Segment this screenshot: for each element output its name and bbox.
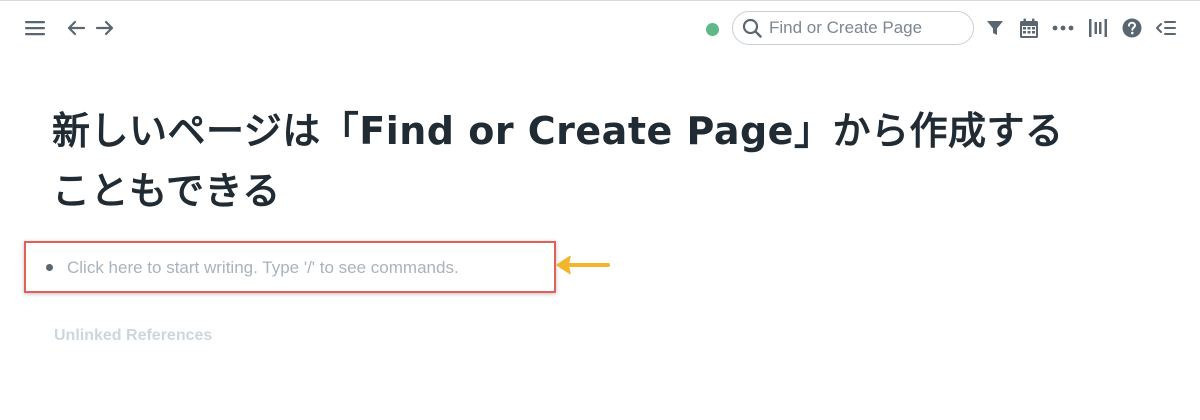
page: 新しいページは「Find or Create Page」から作成する こともでき… <box>0 0 1200 420</box>
search-box[interactable] <box>732 11 974 45</box>
callout-arrow-icon <box>556 255 610 275</box>
calendar-icon[interactable] <box>1018 16 1040 40</box>
block-bullet[interactable] <box>46 264 53 271</box>
right-sidebar-icon[interactable] <box>1086 16 1110 40</box>
more-options-icon[interactable] <box>1050 17 1076 39</box>
sync-status-indicator <box>706 23 719 36</box>
help-icon[interactable] <box>1120 16 1144 40</box>
topbar <box>0 1 1200 57</box>
page-title-line-2: こともできる <box>52 169 281 213</box>
hamburger-menu-icon[interactable] <box>22 15 48 41</box>
arrow-right-icon[interactable] <box>93 15 117 41</box>
filter-icon[interactable] <box>985 17 1005 39</box>
arrow-left-icon[interactable] <box>64 15 88 41</box>
page-title[interactable]: 新しいページは「Find or Create Page」から作成する こともでき… <box>52 101 1152 221</box>
search-icon <box>739 15 765 41</box>
unlinked-references-toggle[interactable]: Unlinked References <box>54 327 212 345</box>
block-input[interactable]: Click here to start writing. Type '/' to… <box>67 257 459 279</box>
page-title-line-1: 新しいページは「Find or Create Page」から作成する <box>52 109 1064 153</box>
search-input[interactable] <box>765 18 969 38</box>
collapse-sidebar-icon[interactable] <box>1153 16 1179 40</box>
